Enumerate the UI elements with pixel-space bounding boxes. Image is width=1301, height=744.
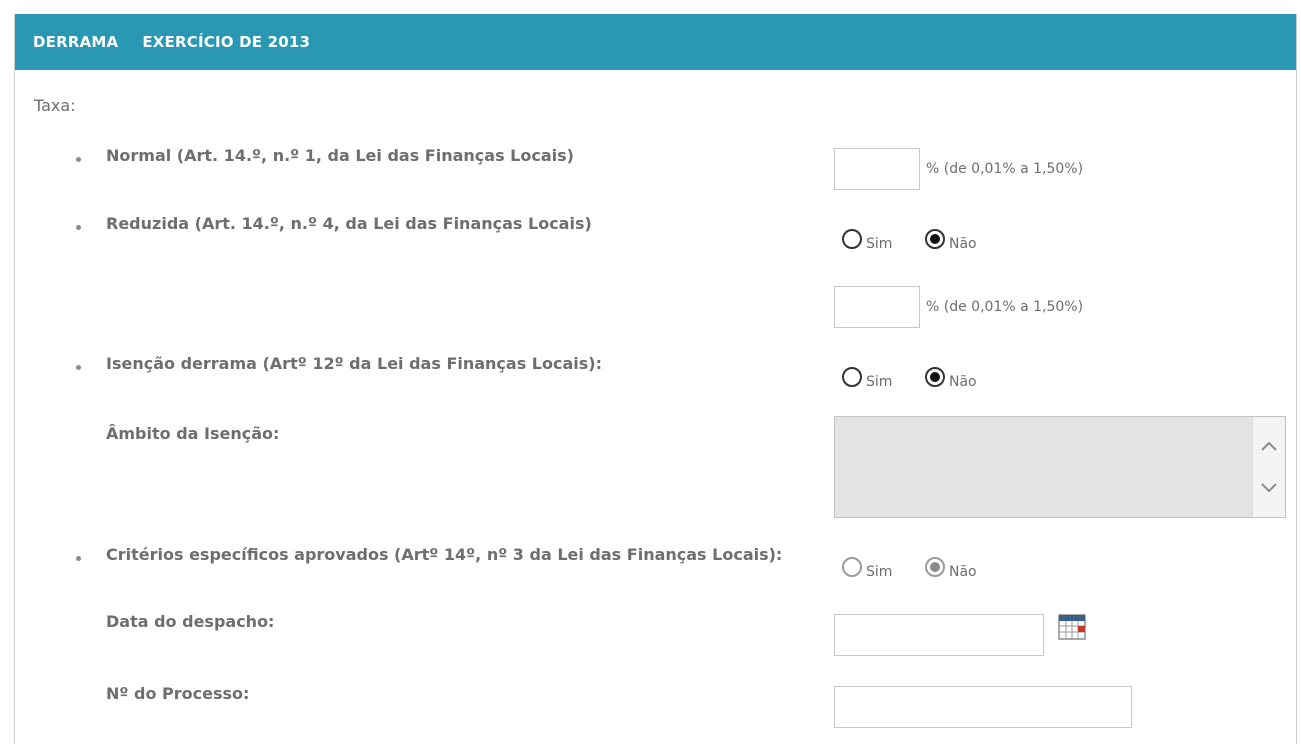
chevron-down-icon[interactable] bbox=[1260, 481, 1278, 495]
data-despacho-input[interactable] bbox=[834, 614, 1044, 656]
reduzida-label: Reduzida (Art. 14.º, n.º 4, da Lei das F… bbox=[106, 214, 592, 233]
bullet bbox=[76, 365, 81, 370]
ambito-label: Âmbito da Isenção: bbox=[106, 424, 280, 443]
bullet bbox=[76, 157, 81, 162]
criterios-sim-radio[interactable] bbox=[842, 557, 862, 577]
criterios-sim-label: Sim bbox=[866, 564, 893, 580]
bullet bbox=[76, 225, 81, 230]
header-subtitle: EXERCÍCIO DE 2013 bbox=[142, 33, 311, 51]
ambito-textarea[interactable] bbox=[834, 416, 1286, 518]
data-despacho-label: Data do despacho: bbox=[106, 612, 275, 631]
criterios-label: Critérios específicos aprovados (Artº 14… bbox=[106, 545, 783, 564]
isencao-sim-radio[interactable] bbox=[842, 367, 862, 387]
processo-input[interactable] bbox=[834, 686, 1132, 728]
isencao-nao-label: Não bbox=[949, 374, 977, 390]
reduzida-sim-label: Sim bbox=[866, 236, 893, 252]
chevron-up-icon[interactable] bbox=[1260, 439, 1278, 453]
bullet bbox=[76, 556, 81, 561]
isencao-label: Isenção derrama (Artº 12º da Lei das Fin… bbox=[106, 354, 602, 373]
reduzida-nao-radio[interactable] bbox=[925, 229, 945, 249]
normal-label: Normal (Art. 14.º, n.º 1, da Lei das Fin… bbox=[106, 146, 574, 165]
processo-label: Nº do Processo: bbox=[106, 684, 250, 703]
isencao-nao-radio[interactable] bbox=[925, 367, 945, 387]
reduzida-hint: % (de 0,01% a 1,50%) bbox=[926, 299, 1084, 315]
panel-header: DERRAMA EXERCÍCIO DE 2013 bbox=[15, 14, 1296, 70]
reduzida-nao-label: Não bbox=[949, 236, 977, 252]
ambito-scrollbar[interactable] bbox=[1252, 417, 1285, 517]
normal-hint: % (de 0,01% a 1,50%) bbox=[926, 161, 1084, 177]
reduzida-rate-input[interactable] bbox=[834, 286, 920, 328]
calendar-icon[interactable] bbox=[1058, 614, 1086, 640]
header-title: DERRAMA bbox=[33, 33, 119, 51]
reduzida-sim-radio[interactable] bbox=[842, 229, 862, 249]
criterios-nao-radio[interactable] bbox=[925, 557, 945, 577]
derrama-panel: DERRAMA EXERCÍCIO DE 2013 bbox=[14, 14, 1297, 744]
isencao-sim-label: Sim bbox=[866, 374, 893, 390]
taxa-label: Taxa: bbox=[34, 96, 76, 115]
criterios-nao-label: Não bbox=[949, 564, 977, 580]
normal-rate-input[interactable] bbox=[834, 148, 920, 190]
